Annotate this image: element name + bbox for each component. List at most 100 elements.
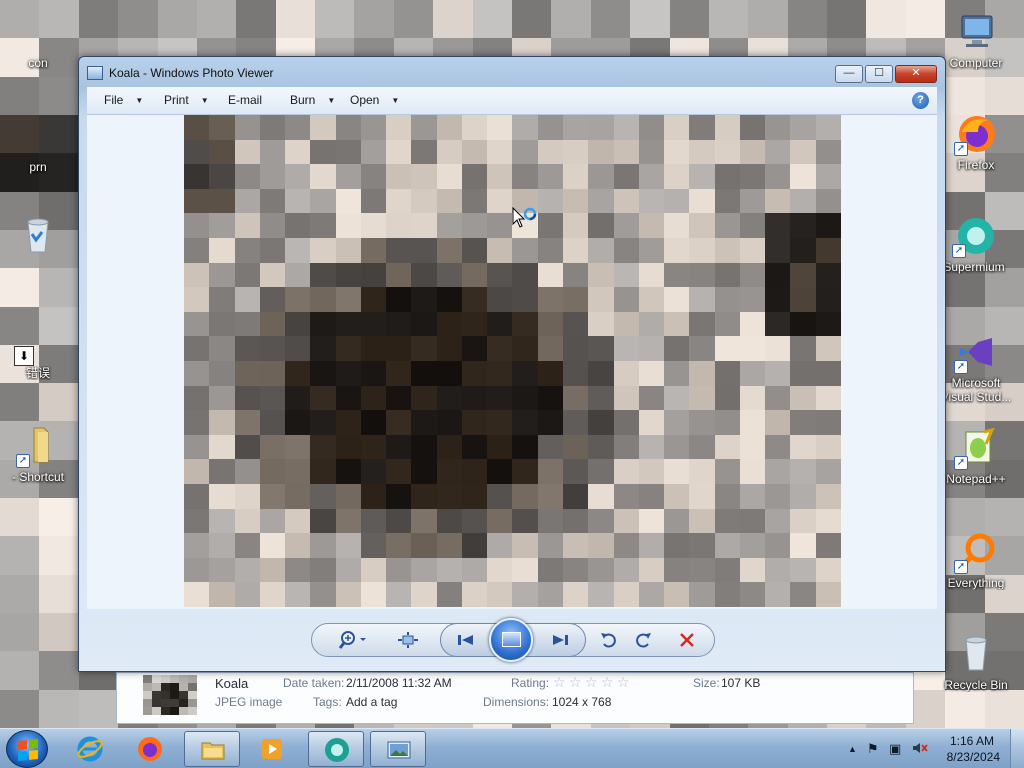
desktop-icon-folder-shortcut[interactable]: ➚ - Shortcut xyxy=(0,424,76,484)
photo-thumbnail[interactable] xyxy=(143,675,197,715)
mosaic-tile xyxy=(512,434,538,460)
rotate-clockwise-button[interactable] xyxy=(632,630,654,650)
photo-viewer-window[interactable]: Koala - Windows Photo Viewer — ☐ ✕ File ▼… xyxy=(78,56,946,672)
taskbar-supermium[interactable] xyxy=(308,731,364,767)
menu-open[interactable]: Open ▼ xyxy=(350,93,399,107)
mosaic-tile xyxy=(790,336,816,361)
show-desktop-button[interactable] xyxy=(1010,729,1024,768)
mosaic-tile xyxy=(188,683,197,691)
rating-star-icon[interactable]: ☆ xyxy=(601,674,617,691)
taskbar-photo-viewer[interactable] xyxy=(370,731,426,767)
mosaic-tile xyxy=(537,533,564,558)
taskbar-firefox[interactable] xyxy=(122,731,178,767)
show-hidden-icons-button[interactable]: ▲ xyxy=(848,744,857,754)
add-tag-field[interactable]: Add a tag xyxy=(346,695,397,709)
mosaic-tile xyxy=(234,508,260,534)
desktop-icon-visual-studio[interactable]: ➚ Microsoft Visual Stud... xyxy=(938,330,1014,404)
mosaic-tile xyxy=(512,287,538,312)
actual-size-button[interactable] xyxy=(396,630,420,650)
action-center-flag-icon[interactable]: ⚑ xyxy=(867,741,879,757)
mosaic-tile xyxy=(739,484,766,509)
mosaic-tile xyxy=(386,164,412,189)
title-bar[interactable]: Koala - Windows Photo Viewer — ☐ ✕ xyxy=(87,63,937,85)
rating-star-icon[interactable]: ☆ xyxy=(569,674,585,691)
taskbar-media-player[interactable] xyxy=(244,731,300,767)
desktop-icon-notepad-plus-plus[interactable]: ➚ Notepad++ xyxy=(938,426,1014,486)
desktop-icon-recycle-bin[interactable]: Recycle Bin xyxy=(938,632,1014,692)
help-icon[interactable]: ? xyxy=(912,92,929,109)
mosaic-tile xyxy=(588,557,614,583)
mosaic-tile xyxy=(714,508,740,534)
mosaic-tile xyxy=(487,361,513,386)
mosaic-tile xyxy=(0,306,40,345)
date-taken-value[interactable]: 2/11/2008 11:32 AM xyxy=(346,676,452,690)
minimize-button[interactable]: — xyxy=(835,65,863,83)
mosaic-tile xyxy=(184,459,210,484)
mosaic-tile xyxy=(638,459,665,484)
mosaic-tile xyxy=(461,410,488,435)
mosaic-tile xyxy=(588,434,614,460)
taskbar-file-explorer[interactable] xyxy=(184,731,240,767)
mosaic-tile xyxy=(411,582,437,607)
previous-button[interactable] xyxy=(455,630,477,650)
menu-print[interactable]: Print ▼ xyxy=(164,93,209,107)
mosaic-tile xyxy=(588,238,614,263)
rating-star-icon[interactable]: ☆ xyxy=(585,674,601,691)
desktop-icon-prn[interactable]: prn xyxy=(0,114,76,174)
mosaic-tile xyxy=(310,557,336,583)
mosaic-tile xyxy=(386,336,412,361)
menu-burn[interactable]: Burn ▼ xyxy=(290,93,335,107)
taskbar-internet-explorer[interactable] xyxy=(62,731,118,767)
koala-photo[interactable] xyxy=(184,115,841,607)
mosaic-tile xyxy=(411,434,437,460)
menu-email[interactable]: E-mail xyxy=(228,93,262,107)
rating-star-icon[interactable]: ☆ xyxy=(553,674,569,691)
mosaic-tile xyxy=(39,268,79,307)
delete-button[interactable] xyxy=(676,630,698,650)
desktop-icon-firefox[interactable]: ➚ Firefox xyxy=(938,112,1014,172)
mosaic-tile xyxy=(0,76,40,115)
mosaic-tile xyxy=(0,536,40,575)
mosaic-tile xyxy=(765,385,791,411)
mosaic-tile xyxy=(285,484,311,509)
mosaic-tile xyxy=(143,683,152,691)
clock-date[interactable]: 8/23/2024 xyxy=(947,750,1000,764)
volume-muted-icon[interactable] xyxy=(912,741,928,758)
mosaic-tile xyxy=(0,383,40,422)
mosaic-tile xyxy=(512,361,538,386)
rating-stars[interactable]: ☆ ☆ ☆ ☆ ☆ xyxy=(553,674,633,691)
menu-file[interactable]: File ▼ xyxy=(104,93,143,107)
photo-display-area[interactable] xyxy=(87,115,937,609)
desktop-icon-supermium[interactable]: ➚ Supermium xyxy=(936,214,1012,274)
next-button[interactable] xyxy=(549,630,571,650)
desktop-icon-computer[interactable]: Computer xyxy=(938,10,1014,70)
mosaic-tile xyxy=(689,410,715,435)
network-icon[interactable]: ▣ xyxy=(889,741,901,757)
mosaic-tile xyxy=(310,287,336,312)
mosaic-tile xyxy=(196,0,237,39)
mosaic-tile xyxy=(143,691,152,699)
mosaic-tile xyxy=(765,311,791,337)
rotate-counterclockwise-button[interactable] xyxy=(598,630,620,650)
maximize-button[interactable]: ☐ xyxy=(865,65,893,83)
desktop-icon-error-file[interactable]: ⬇ 错误 xyxy=(0,346,76,380)
window-title: Koala - Windows Photo Viewer xyxy=(109,66,274,80)
mosaic-tile xyxy=(179,707,188,715)
mosaic-tile xyxy=(765,139,791,165)
start-button[interactable] xyxy=(6,730,48,768)
mosaic-tile xyxy=(411,139,437,165)
mosaic-tile xyxy=(360,582,387,607)
mosaic-tile xyxy=(259,459,286,484)
close-button[interactable]: ✕ xyxy=(895,65,937,83)
mosaic-tile xyxy=(664,139,690,165)
desktop-icon-everything[interactable]: ➚ Everything xyxy=(938,530,1014,590)
desktop-icon-recycle-bin-left[interactable] xyxy=(0,214,76,260)
mosaic-tile xyxy=(209,385,235,411)
clock-time[interactable]: 1:16 AM xyxy=(950,734,994,748)
desktop-icon-con[interactable]: con xyxy=(0,10,76,70)
mosaic-tile xyxy=(285,557,311,583)
rating-star-icon[interactable]: ☆ xyxy=(617,674,633,691)
slideshow-button[interactable] xyxy=(489,618,533,662)
mosaic-tile xyxy=(739,582,766,607)
zoom-button[interactable] xyxy=(338,630,372,650)
